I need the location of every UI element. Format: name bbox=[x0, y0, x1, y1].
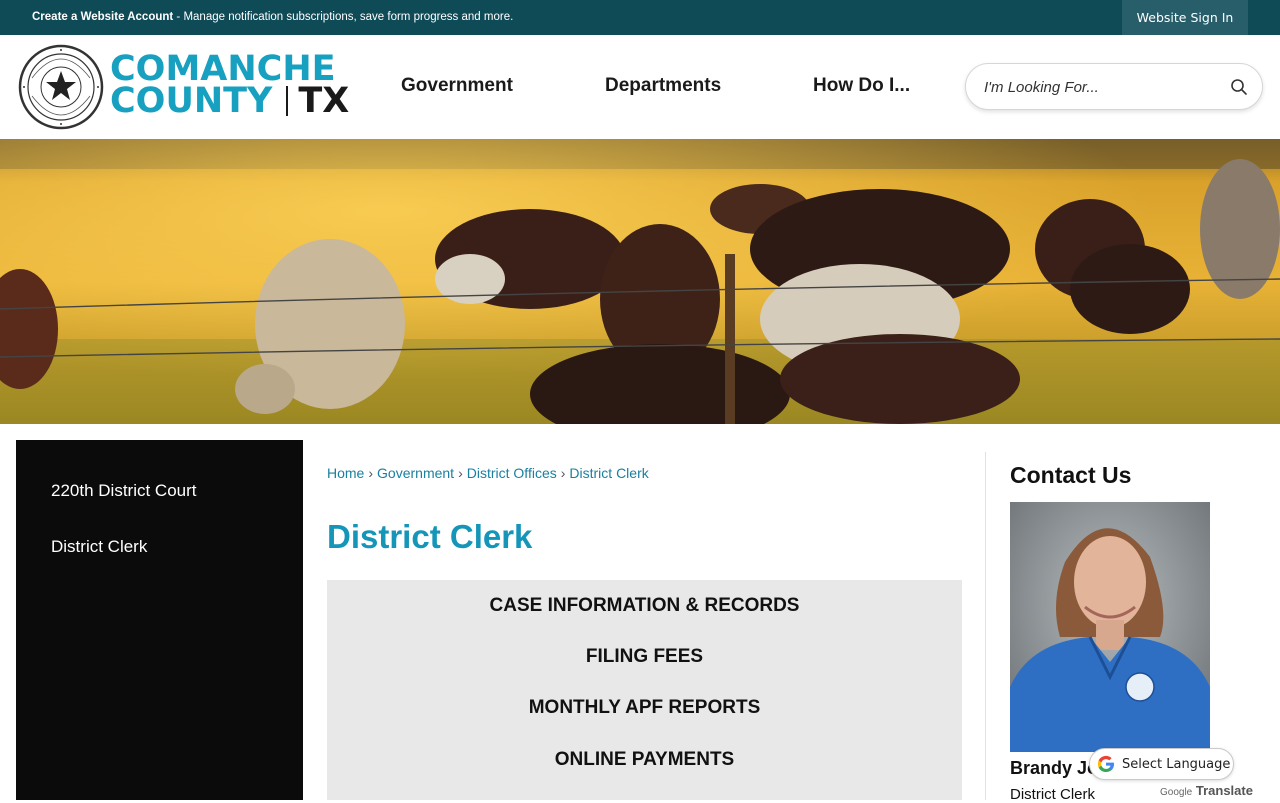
create-account-link[interactable]: Create a Website Account bbox=[32, 11, 173, 23]
search-box bbox=[965, 63, 1263, 110]
logo-state: TX bbox=[298, 81, 350, 121]
page-title: District Clerk bbox=[327, 518, 533, 555]
nav-departments[interactable]: Departments bbox=[605, 75, 721, 97]
logo-line-2: COUNTY TX bbox=[110, 81, 350, 121]
link-case-information-records[interactable]: CASE INFORMATION & RECORDS bbox=[327, 595, 962, 617]
column-divider bbox=[985, 452, 986, 800]
breadcrumb-home[interactable]: Home bbox=[327, 465, 364, 481]
translate-link[interactable]: Translate bbox=[1196, 783, 1253, 798]
hero-banner-image bbox=[0, 139, 1280, 424]
logo-divider bbox=[286, 86, 289, 116]
logo-county: COUNTY bbox=[110, 81, 273, 121]
search-icon[interactable] bbox=[1230, 78, 1248, 96]
breadcrumb-district-offices[interactable]: District Offices bbox=[467, 465, 557, 481]
search-input[interactable] bbox=[984, 76, 1214, 98]
select-language-label: Select Language bbox=[1122, 756, 1231, 772]
contact-us-heading: Contact Us bbox=[1010, 462, 1132, 488]
breadcrumb: Home › Government › District Offices › Distric… bbox=[327, 465, 649, 481]
account-message: Create a Website Account - Manage notifi… bbox=[32, 11, 513, 23]
nav-government[interactable]: Government bbox=[401, 75, 513, 97]
breadcrumb-separator: › bbox=[368, 465, 374, 481]
link-online-payments[interactable]: ONLINE PAYMENTS bbox=[327, 749, 962, 771]
google-wordmark: Google bbox=[1160, 787, 1193, 798]
district-clerk-photo bbox=[1010, 502, 1210, 752]
powered-by-google-translate: Google Translate bbox=[1160, 783, 1253, 798]
link-filing-fees[interactable]: FILING FEES bbox=[327, 646, 962, 668]
breadcrumb-government[interactable]: Government bbox=[377, 465, 454, 481]
google-g-icon bbox=[1097, 755, 1114, 772]
nav-how-do-i[interactable]: How Do I... bbox=[813, 75, 910, 97]
link-monthly-apf-reports[interactable]: MONTHLY APF REPORTS bbox=[327, 697, 962, 719]
site-header: COMANCHE COUNTY TX Government Department… bbox=[0, 35, 1280, 139]
top-bar: Create a Website Account - Manage notifi… bbox=[0, 0, 1280, 35]
sidebar-item-220th-district-court[interactable]: 220th District Court bbox=[51, 481, 197, 501]
breadcrumb-separator: › bbox=[458, 465, 463, 481]
select-language-button[interactable]: Select Language bbox=[1089, 748, 1234, 780]
contact-role: District Clerk bbox=[1010, 786, 1095, 803]
county-seal-icon[interactable] bbox=[18, 44, 104, 130]
website-sign-in-button[interactable]: Website Sign In bbox=[1122, 0, 1248, 35]
quick-links-box: CASE INFORMATION & RECORDS FILING FEES M… bbox=[327, 580, 962, 800]
breadcrumb-separator: › bbox=[560, 465, 566, 481]
breadcrumb-district-clerk[interactable]: District Clerk bbox=[569, 465, 648, 481]
contact-name: Brandy Jo bbox=[1010, 758, 1099, 778]
sidebar-nav: 220th District Court District Clerk bbox=[16, 440, 303, 800]
sidebar-item-district-clerk[interactable]: District Clerk bbox=[51, 537, 147, 557]
account-message-text: - Manage notification subscriptions, sav… bbox=[173, 11, 514, 23]
site-logo[interactable]: COMANCHE COUNTY TX bbox=[110, 52, 350, 121]
